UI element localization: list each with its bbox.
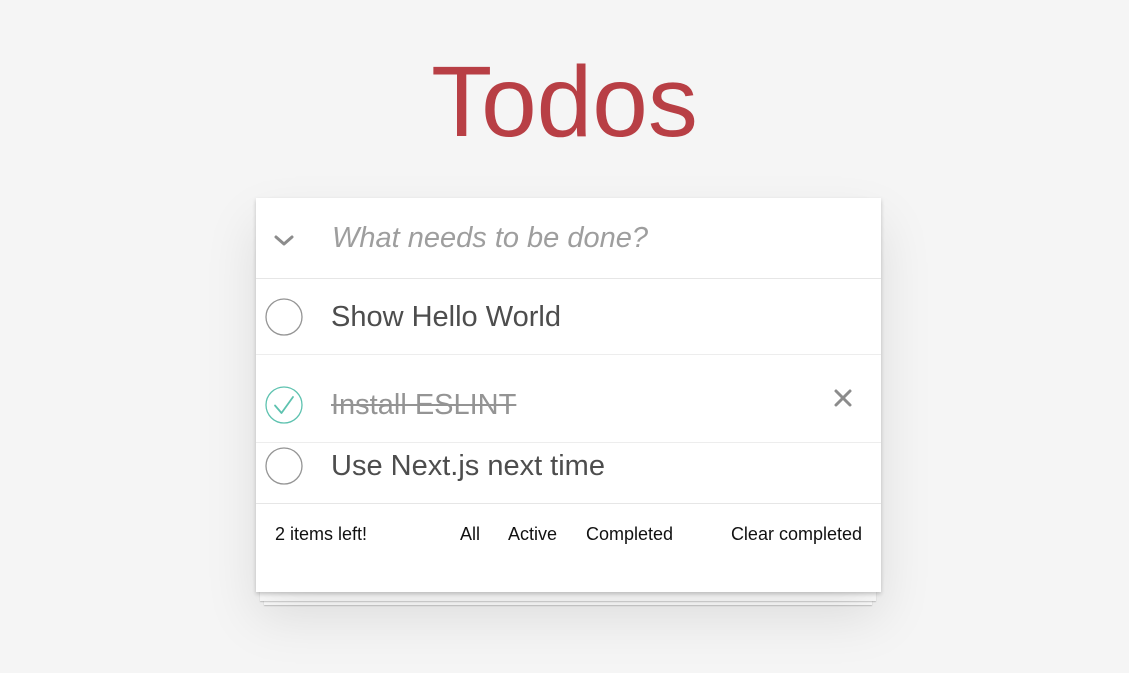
todo-footer: 2 items left! All Active Completed Clear… [256, 504, 881, 592]
todo-label[interactable]: Install ESLINT [331, 388, 516, 422]
new-todo-header [256, 198, 881, 279]
filter-all[interactable]: All [460, 524, 480, 545]
card-stack-shadow [260, 591, 876, 601]
todo-item-completed: Install ESLINT [256, 355, 881, 443]
todo-label[interactable]: Use Next.js next time [331, 449, 605, 483]
items-left-count: 2 items left! [275, 524, 368, 544]
clear-completed-button[interactable]: Clear completed [731, 524, 862, 545]
close-icon[interactable] [830, 385, 856, 411]
todo-item: Show Hello World [256, 279, 881, 355]
checkmark-circle-icon[interactable] [265, 386, 303, 424]
circle-icon[interactable] [265, 447, 303, 485]
filter-active[interactable]: Active [508, 524, 557, 545]
todo-item: Use Next.js next time [256, 443, 881, 504]
circle-icon[interactable] [265, 298, 303, 336]
chevron-down-icon[interactable] [266, 222, 302, 258]
page-title: Todos [431, 46, 698, 158]
filter-completed[interactable]: Completed [586, 524, 673, 545]
todo-label[interactable]: Show Hello World [331, 300, 561, 334]
new-todo-input[interactable] [322, 212, 842, 264]
todo-app-card: Show Hello World Install ESLINT Use Next… [256, 198, 881, 592]
